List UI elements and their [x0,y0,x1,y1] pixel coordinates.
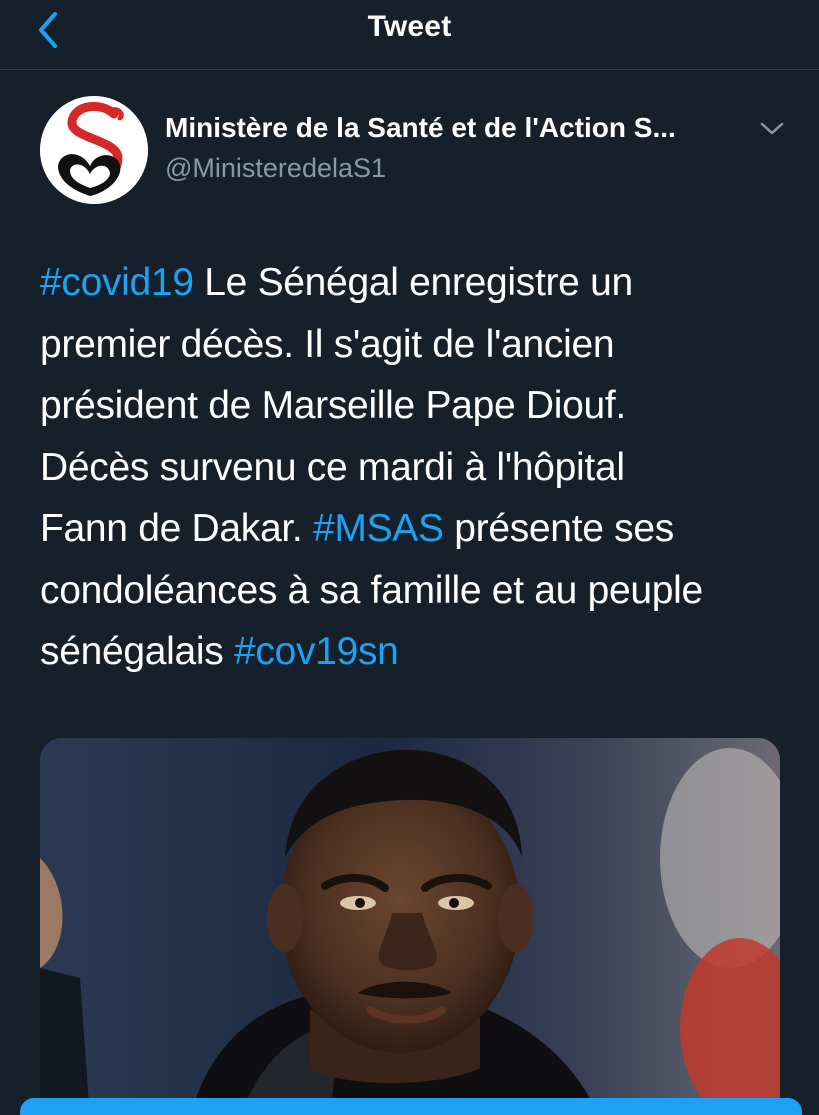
tweet-text-segment: premier décès. Il s'agit de l'ancien [40,322,615,366]
hashtag-link[interactable]: #covid19 [40,261,194,304]
ministry-logo [40,96,148,204]
hashtag-link[interactable]: #cov19sn [234,630,399,673]
hashtag-link[interactable]: #MSAS [313,507,444,550]
more-options-button[interactable] [758,118,786,138]
tweet-text-line: sénégalais #cov19sn [40,621,800,683]
tweet-text-line: premier décès. Il s'agit de l'ancien [40,314,800,376]
tweet-text-segment: Fann de Dakar. [40,507,313,550]
top-nav-bar: Tweet [0,0,819,70]
tweet-text-segment: sénégalais [40,630,235,673]
tweet-photo[interactable] [40,738,780,1115]
tweet-text-line: Fann de Dakar. #MSAS présente ses [40,498,800,560]
tweet-text-line: Décès survenu ce mardi à l'hôpital [40,437,800,499]
photo-image [40,738,780,1115]
tweet-text-segment: président de Marseille Pape Diouf. [40,384,626,427]
tweet-text-segment: Décès survenu ce mardi à l'hôpital [40,445,625,489]
reply-bar[interactable] [20,1098,802,1115]
tweet-text-line: condoléances à sa famille et au peuple [40,560,800,622]
avatar[interactable] [40,96,148,204]
author-name[interactable]: Ministère de la Santé et de l'Action S..… [165,112,735,144]
tweet-author: Ministère de la Santé et de l'Action S..… [40,96,800,206]
tweet-detail-screen: Tweet Ministère de la Santé et de l'Acti… [0,0,819,1115]
page-title: Tweet [367,10,452,43]
tweet-text-line: président de Marseille Pape Diouf. [40,375,800,437]
chevron-down-icon [760,122,784,135]
tweet-text-segment: condoléances à sa famille et au peuple [40,568,703,612]
tweet-text-segment: présente ses [443,507,674,550]
author-handle[interactable]: @MinisteredelaS1 [165,153,386,184]
tweet-text-segment: Le Sénégal enregistre un [193,261,633,304]
tweet-text: #covid19 Le Sénégal enregistre un premier… [40,252,800,683]
tweet-text-line: #covid19 Le Sénégal enregistre un [40,252,800,314]
